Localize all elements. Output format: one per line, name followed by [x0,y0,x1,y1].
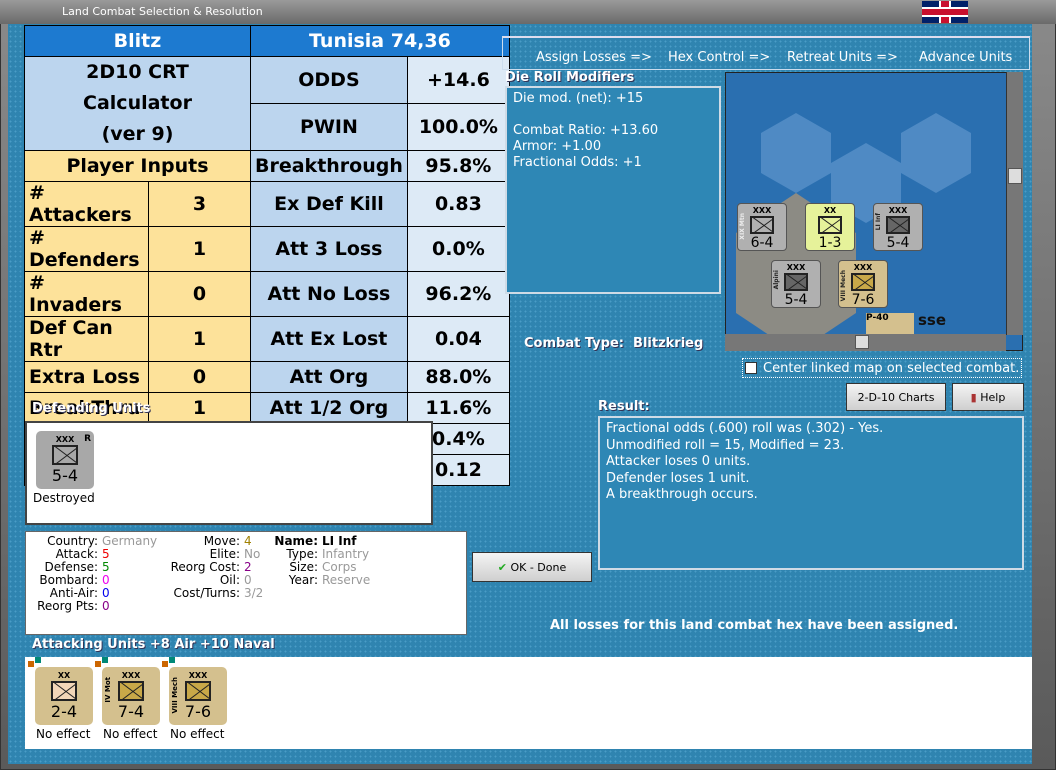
charts-button[interactable]: 2-D-10 Charts [846,383,946,411]
input-value[interactable]: 1 [148,392,251,424]
result-value: 0.04 [406,316,510,362]
map-unit[interactable]: XXX 7-6 VIII Mech [838,260,888,308]
input-value[interactable]: 3 [148,181,251,227]
ok-done-button[interactable]: ✔ OK - Done [472,552,592,582]
step-retreat-units[interactable]: Retreat Units => [787,50,898,65]
attacking-title: Attacking Units +8 Air +10 Naval [32,637,275,652]
map-horizontal-scrollbar[interactable] [725,334,1006,351]
result-label: Breakthrough [250,150,408,182]
input-value[interactable]: 0 [148,361,251,393]
step-assign-losses[interactable]: Assign Losses => [536,50,652,65]
info-key: Year: [288,573,318,587]
map-unit-name: VIII Mech [840,270,847,302]
crt-right-header: Tunisia 74,36 [250,25,510,57]
result-label: Att Org [250,361,408,393]
map-unit[interactable]: XX 1-3 [805,203,855,251]
status-message: All losses for this land combat hex have… [550,618,959,633]
result-label: Att 3 Loss [250,226,408,272]
info-key: Reorg Pts: [37,599,98,613]
map-place-label: sse [918,311,947,329]
crt-left-header: Blitz [24,25,251,57]
result-label: Att No Loss [250,271,408,317]
defending-unit[interactable]: XXX 5-4 R [36,431,94,489]
info-value: Reserve [322,573,371,587]
map-unit[interactable]: XXX 5-4 LI Inf [873,203,923,251]
result-value: 0.83 [406,181,510,227]
info-key: Cost/Turns: [173,586,240,600]
uk-flag-icon [922,1,968,23]
drm-text: Die mod. (net): +15 Combat Ratio: +13.60… [505,86,721,294]
map-unit-name: Alpini [773,270,780,290]
help-button[interactable]: ▮ Help [952,383,1024,411]
result-line: Defender loses 1 unit. [606,470,750,486]
result-label: Att 1/2 Org [250,392,408,424]
attacking-unit[interactable]: XXX 7-4 IV Mot [102,667,160,725]
attacking-unit[interactable]: XXX 7-6 VIII Mech [169,667,227,725]
unit-info-panel: Country: Germany Attack: 5 Defense: 5 Bombard:… [25,531,467,635]
result-line: Attacker loses 0 units. [606,454,751,469]
result-value: 95.8% [406,150,510,182]
result-label: Ex Def Kill [250,181,408,227]
crt-calculator-table: Blitz Tunisia 74,36 2D10 CRT Calculator (v… [24,25,510,486]
combat-type-label: Combat Type: [524,336,624,351]
step-hex-control[interactable]: Hex Control => [668,50,770,65]
attacking-units-box: XX 2-4 No effect XXX 7-4 IV Mot No effect X… [25,657,1032,749]
unit-status: No effect [170,727,225,741]
defending-units-box: XXX 5-4 R Destroyed [25,421,433,525]
window-title: Land Combat Selection & Resolution [62,5,263,18]
defending-title: Defending Units [32,401,151,416]
center-linked-option[interactable]: Center linked map on selected combat. [742,358,1022,378]
result-label: Att Ex Lost [250,316,408,362]
drm-title: Die Roll Modifiers [505,70,635,85]
result-value: 100.0% [406,103,510,151]
result-value: 88.0% [406,361,510,393]
input-label: # Attackers [24,181,149,227]
input-label: Def Can Rtr [24,316,149,362]
map-view[interactable]: XXX 6-4 XIX Mtn XX 1-3 XXX 5-4 LI Inf XXX 5-4 A… [725,72,1023,351]
step-advance-units[interactable]: Advance Units [919,50,1012,65]
calc-title: 2D10 CRT Calculator [83,61,192,114]
unit-status: No effect [36,727,91,741]
center-linked-checkbox[interactable] [745,362,757,374]
map-unit[interactable]: XXX 6-4 XIX Mtn [737,203,787,251]
map-vertical-scrollbar[interactable] [1006,72,1023,335]
unit-status: Destroyed [33,491,95,505]
inputs-header: Player Inputs [24,150,251,182]
center-linked-label: Center linked map on selected combat. [763,361,1020,376]
input-value[interactable]: 1 [148,226,251,272]
calc-version: (ver 9) [101,123,174,145]
map-unit[interactable]: XXX 5-4 Alpini [771,260,821,308]
map-unit-name: LI Inf [875,213,882,231]
info-value: Germany [102,534,158,548]
combat-type-value: Blitzkrieg [633,336,704,351]
result-value: 96.2% [406,271,510,317]
result-title: Result: [598,399,650,414]
info-value: 0 [102,599,110,613]
result-panel: Fractional odds (.600) roll was (.302) -… [598,416,1024,570]
unit-status: No effect [103,727,158,741]
result-line: Unmodified roll = 15, Modified = 23. [606,437,845,453]
input-value[interactable]: 1 [148,316,251,362]
title-bar: Land Combat Selection & Resolution [0,0,1056,24]
result-value: 0.0% [406,226,510,272]
map-unit-name: XIX Mtn [739,213,746,240]
result-line: Fractional odds (.600) roll was (.302) -… [606,421,884,436]
result-value: 11.6% [406,392,510,424]
result-label: ODDS [250,56,408,104]
help-book-icon: ▮ [970,391,977,404]
attacking-unit[interactable]: XX 2-4 [35,667,93,725]
info-value: 3/2 [244,586,264,600]
input-label: # Invaders [24,271,149,317]
result-line: A breakthrough occurs. [606,487,758,502]
input-value[interactable]: 0 [148,271,251,317]
result-value: +14.6 [406,56,510,104]
input-label: Extra Loss [24,361,149,393]
checkmark-icon: ✔ [497,561,507,574]
input-label: # Defenders [24,226,149,272]
result-label: PWIN [250,103,408,151]
